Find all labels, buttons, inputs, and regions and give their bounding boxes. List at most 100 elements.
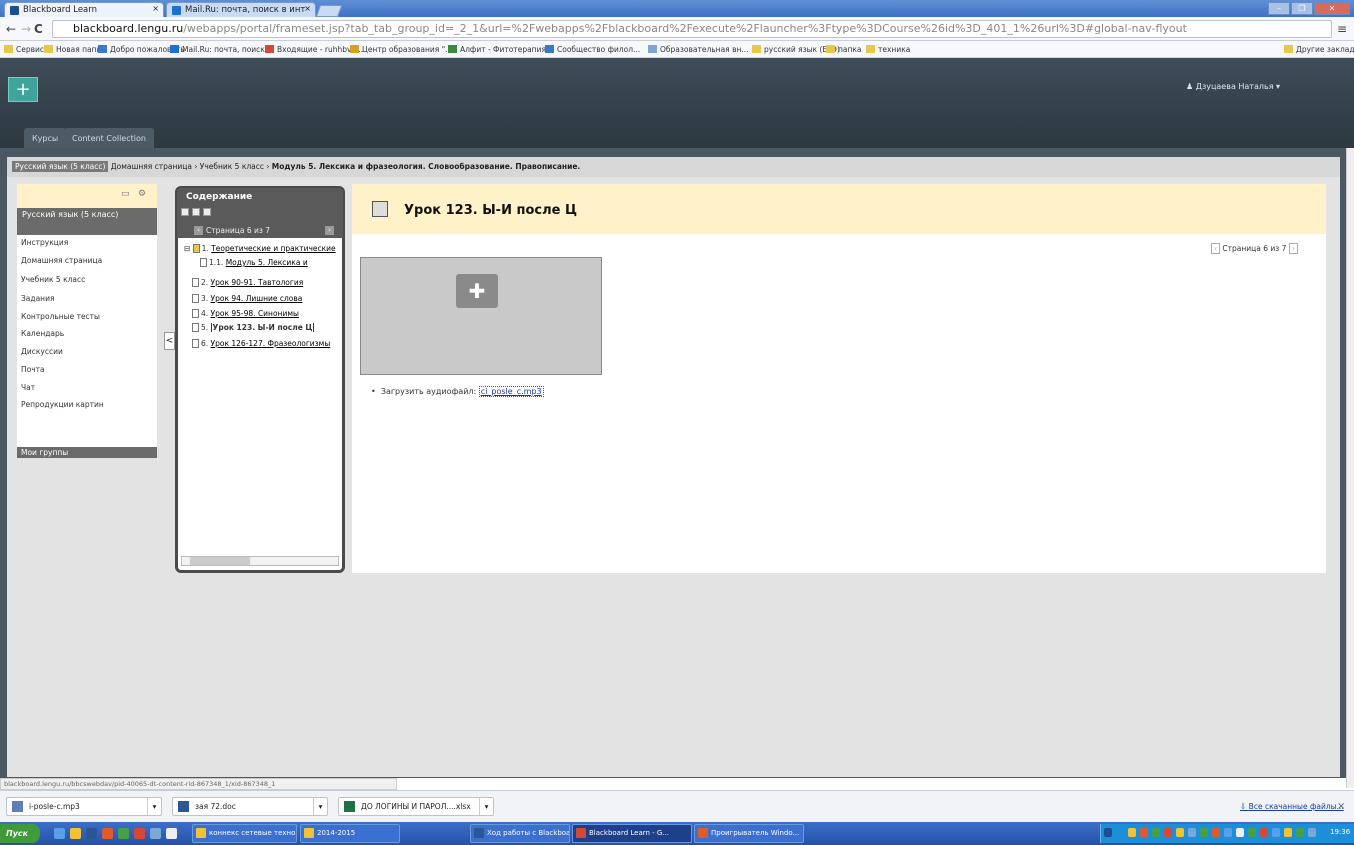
prev-page-icon[interactable]: ‹ [1211, 243, 1220, 254]
volume-icon[interactable] [1236, 828, 1244, 837]
next-page-icon[interactable]: › [1288, 243, 1298, 254]
download-item[interactable]: зая 72.doc ▾ [172, 797, 328, 816]
tray-icon[interactable] [1200, 828, 1208, 837]
next-page-icon[interactable]: › [325, 226, 334, 235]
bookmark-item[interactable]: Mail.Ru: почта, поиск... [170, 41, 272, 57]
download-item[interactable]: ДО ЛОГИНЫ И ПАРОЛ....xlsx ▾ [338, 797, 494, 816]
bookmark-item[interactable]: Сообщество филол... [545, 41, 640, 57]
bookmark-item[interactable]: Центр образования "... [350, 41, 452, 57]
menu-item-textbook[interactable]: Учебник 5 класс [21, 275, 85, 284]
tray-icon[interactable] [1140, 828, 1148, 837]
back-arrow-icon[interactable]: ← [6, 22, 16, 36]
tab-content-collection[interactable]: Content Collection [64, 128, 154, 148]
language-icon[interactable] [1104, 828, 1112, 837]
menu-item-home[interactable]: Домашняя страница [21, 256, 102, 265]
taskbar-task-active[interactable]: Blackboard Learn - G... [572, 824, 692, 843]
toc-item[interactable]: 2. Урок 90-91. Тавтология [192, 278, 342, 287]
reload-icon[interactable]: C [34, 22, 43, 36]
taskbar-task[interactable]: 2014-2015 [300, 824, 400, 843]
tray-icon[interactable] [1284, 828, 1292, 837]
user-menu[interactable]: ♟ Дзуцаева Наталья ▾ [1186, 82, 1280, 91]
app-icon[interactable] [118, 828, 129, 839]
chevron-down-icon[interactable]: ▾ [479, 798, 493, 815]
menu-item-paintings[interactable]: Репродукции картин [21, 400, 104, 409]
menu-item-calendar[interactable]: Календарь [21, 329, 64, 338]
bookmark-item[interactable]: Образовательная вн... [648, 41, 749, 57]
tray-icon[interactable] [1176, 828, 1184, 837]
menu-item-discussions[interactable]: Дискуссии [21, 347, 63, 356]
bookmark-item[interactable]: Другие закладки [1284, 41, 1354, 57]
tray-icon[interactable] [1188, 828, 1196, 837]
breadcrumb-path[interactable]: Домашняя страница › Учебник 5 класс › [111, 162, 272, 171]
media-icon[interactable] [102, 828, 113, 839]
expand-all-icon[interactable] [181, 208, 189, 216]
tray-icon[interactable] [1212, 828, 1220, 837]
toc-item-current[interactable]: 5. Урок 123. Ы-И после Ц [192, 323, 342, 332]
reload-icon[interactable]: ▭ [121, 189, 130, 199]
breadcrumb-course[interactable]: Русский язык (5 класс) [12, 161, 109, 172]
course-menu-title[interactable]: Русский язык (5 класс) [17, 208, 157, 235]
menu-item-instructions[interactable]: Инструкция [21, 238, 68, 247]
taskbar-task[interactable]: Проигрыватель Windo... [694, 824, 804, 843]
menu-icon[interactable]: ≡ [1337, 22, 1347, 36]
chevron-down-icon[interactable]: ▾ [313, 798, 327, 815]
menu-item-assignments[interactable]: Задания [21, 294, 54, 303]
toc-item[interactable]: 1.1. Модуль 5. Лексика и [200, 258, 342, 267]
close-tab-icon[interactable]: × [304, 4, 311, 13]
tab-courses[interactable]: Курсы [24, 128, 67, 148]
gear-icon[interactable]: ⚙ [138, 189, 146, 199]
my-groups-header[interactable]: Мои группы [17, 447, 157, 458]
toc-item[interactable]: 4. Урок 95-98. Синонимы [192, 309, 342, 318]
bookmark-item[interactable]: Алфит - Фитотерапия [448, 41, 546, 57]
maximize-button[interactable]: ❐ [1291, 2, 1313, 15]
print-icon[interactable] [203, 208, 211, 216]
download-item[interactable]: i-posle-c.mp3 ▾ [6, 797, 162, 816]
tray-icon[interactable] [1248, 828, 1256, 837]
close-downloads-icon[interactable]: × [1337, 801, 1345, 812]
tray-icon[interactable] [1272, 828, 1280, 837]
app-icon[interactable] [166, 828, 177, 839]
tab-mailru[interactable]: Mail.Ru: почта, поиск в инт × [166, 2, 316, 17]
start-button[interactable]: Пуск [0, 824, 40, 843]
address-bar[interactable]: blackboard.lengu.ru/webapps/portal/frame… [52, 20, 1332, 38]
tray-icon[interactable] [1260, 828, 1268, 837]
prev-page-icon[interactable]: ‹ [194, 226, 203, 235]
taskbar-task[interactable]: коннекс сетевые техно... [192, 824, 297, 843]
tray-icon[interactable] [1164, 828, 1172, 837]
page-scrollbar[interactable] [1346, 148, 1354, 788]
app-icon[interactable] [150, 828, 161, 839]
collapse-all-icon[interactable] [192, 208, 200, 216]
taskbar-clock[interactable]: 19:36 [1330, 828, 1350, 836]
tray-icon[interactable] [1128, 828, 1136, 837]
toc-item[interactable]: 3. Урок 94. Лишние слова [192, 294, 342, 303]
bookmark-item[interactable]: папка [826, 41, 862, 57]
toc-item[interactable]: ⊟ 1. Теоретические и практические [184, 244, 342, 253]
menu-item-chat[interactable]: Чат [21, 383, 35, 392]
tray-icon[interactable] [1152, 828, 1160, 837]
ie-icon[interactable] [54, 828, 65, 839]
network-icon[interactable] [1224, 828, 1232, 837]
scrollbar-thumb[interactable] [190, 557, 250, 565]
all-downloads-link[interactable]: ⇩ Все скачанные файлы... [1240, 802, 1344, 811]
close-tab-icon[interactable]: × [152, 4, 159, 13]
explorer-icon[interactable] [70, 828, 81, 839]
menu-item-tests[interactable]: Контрольные тесты [21, 312, 100, 321]
forward-arrow-icon[interactable]: → [21, 22, 31, 36]
menu-item-mail[interactable]: Почта [21, 365, 45, 374]
tab-blackboard-learn[interactable]: Blackboard Learn × [4, 2, 164, 17]
add-button[interactable]: + [8, 77, 38, 102]
tray-icon[interactable] [1296, 828, 1304, 837]
bookmark-item[interactable]: Входящие - ruhhbva... [265, 41, 363, 57]
bookmark-item[interactable]: Новая папка [44, 41, 106, 57]
word-icon[interactable] [86, 828, 97, 839]
taskbar-task[interactable]: Ход работы с Blackboar... [470, 824, 570, 843]
audio-file-link[interactable]: ci_posle_c.mp3 [478, 386, 544, 397]
tray-icon[interactable] [1308, 828, 1316, 837]
toc-item[interactable]: 6. Урок 126-127. Фразеологизмы [192, 339, 342, 348]
collapse-menu-button[interactable]: < [164, 332, 175, 350]
minimize-button[interactable]: – [1268, 2, 1290, 15]
chrome-icon[interactable] [134, 828, 145, 839]
chevron-down-icon[interactable]: ▾ [147, 798, 161, 815]
close-window-button[interactable]: ✕ [1314, 2, 1350, 15]
bookmark-item[interactable]: техника [866, 41, 910, 57]
